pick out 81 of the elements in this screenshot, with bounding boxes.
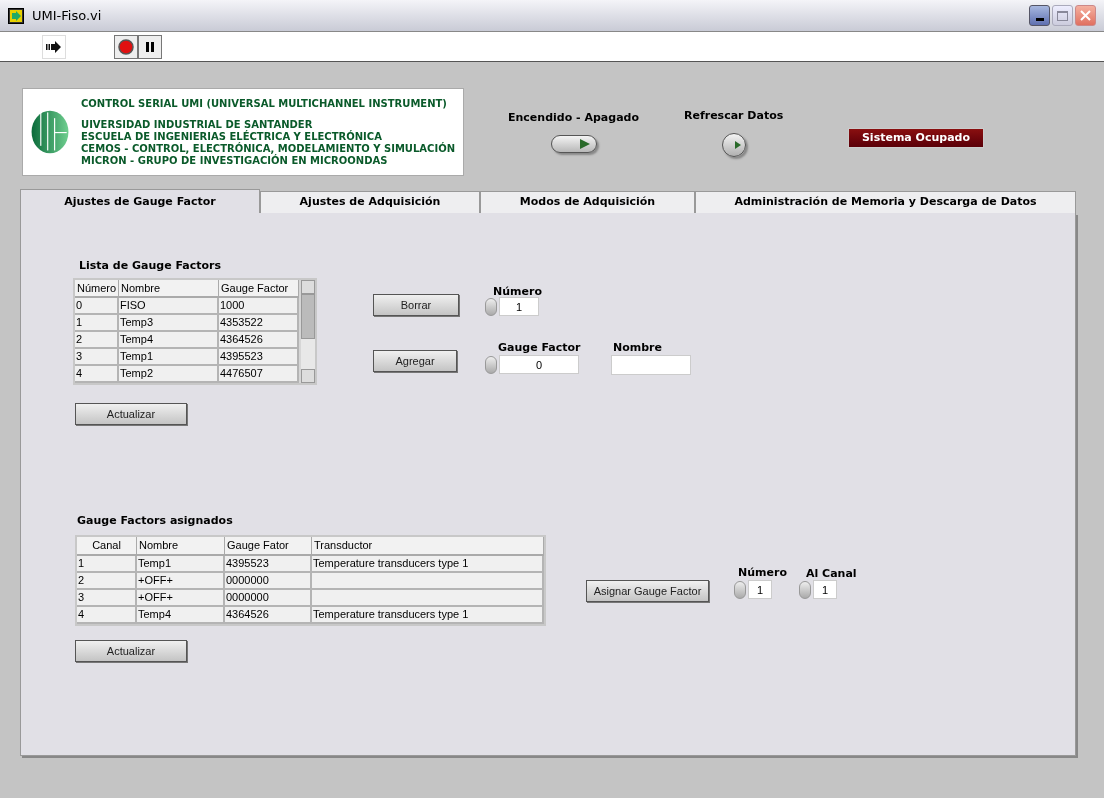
- name-field[interactable]: [611, 355, 691, 375]
- scrollbar[interactable]: [301, 280, 315, 383]
- window-title: UMI-Fiso.vi: [32, 6, 103, 25]
- add-button[interactable]: Agregar: [373, 350, 457, 372]
- table-cell: 4364526: [219, 332, 299, 349]
- delete-button[interactable]: Borrar: [373, 294, 459, 316]
- table-cell: Temp4: [119, 332, 219, 349]
- field-label: Al Canal: [806, 566, 857, 582]
- banner-line: UIVERSIDAD INDUSTRIAL DE SANTANDER: [81, 118, 314, 130]
- table-cell: 4364526: [225, 607, 312, 624]
- field-label: Número: [493, 284, 542, 300]
- field-label: Número: [738, 565, 787, 581]
- spinner-arrows-icon[interactable]: [485, 298, 497, 316]
- table-cell: Temp3: [119, 315, 219, 332]
- button-label: Refrescar Datos: [684, 108, 784, 124]
- assign-button[interactable]: Asignar Gauge Factor: [586, 580, 709, 602]
- power-switch[interactable]: [550, 134, 597, 153]
- table-cell: 2: [75, 332, 119, 349]
- table-cell: 1000: [219, 298, 299, 315]
- table-cell: Temp4: [137, 607, 225, 624]
- column-header: Nombre: [119, 280, 219, 298]
- section-title: Lista de Gauge Factors: [79, 258, 222, 274]
- status-indicator: Sistema Ocupado: [848, 128, 984, 148]
- table-cell: 3: [77, 590, 137, 607]
- table-cell: 2: [77, 573, 137, 590]
- play-triangle-icon: [734, 140, 741, 149]
- table-cell: Temp1: [119, 349, 219, 366]
- table-cell: +OFF+: [137, 590, 225, 607]
- minimize-button[interactable]: [1029, 5, 1050, 26]
- update-button[interactable]: Actualizar: [75, 640, 187, 662]
- abort-button[interactable]: [114, 34, 138, 59]
- table-cell: 4353522: [219, 315, 299, 332]
- spinner-arrows-icon[interactable]: [485, 356, 497, 374]
- spinner-arrows-icon[interactable]: [799, 581, 811, 599]
- tab[interactable]: Modos de Adquisición: [480, 191, 695, 214]
- number-field[interactable]: 1: [748, 580, 772, 599]
- tab[interactable]: Administración de Memoria y Descarga de Datos: [695, 191, 1076, 214]
- gauge-factor-field[interactable]: 0: [499, 355, 579, 374]
- table-cell: Temperature transducers type 1: [312, 607, 544, 624]
- table-cell: 4: [77, 607, 137, 624]
- field-label: Nombre: [613, 340, 662, 356]
- table-cell: Temp1: [137, 556, 225, 573]
- close-icon: [1080, 10, 1091, 21]
- channel-field[interactable]: 1: [813, 580, 837, 599]
- table-cell: FISO: [119, 298, 219, 315]
- table-cell: 4476507: [219, 366, 299, 383]
- update-button[interactable]: Actualizar: [75, 403, 187, 425]
- banner-line: CEMOS - CONTROL, ELECTRÓNICA, MODELAMIENTO Y SIMULACIÓN: [81, 142, 455, 154]
- column-header: Gauge Factor: [219, 280, 299, 298]
- table-cell: Temperature transducers type 1: [312, 556, 544, 573]
- spinner-arrows-icon[interactable]: [734, 581, 746, 599]
- banner-line: MICRON - GRUPO DE INVESTIGACIÓN EN MICROONDAS: [81, 154, 389, 167]
- tab[interactable]: Ajustes de Gauge Factor: [20, 189, 260, 214]
- table-cell: 1: [77, 556, 137, 573]
- column-header: Gauge Fator: [225, 537, 312, 556]
- banner-title: CONTROL SERIAL UMI (UNIVERSAL MULTICHANNEL INSTRUMENT): [81, 97, 448, 110]
- table-cell: +OFF+: [137, 573, 225, 590]
- refresh-button[interactable]: [721, 132, 746, 157]
- table-cell: 0000000: [225, 590, 312, 607]
- pause-button[interactable]: [138, 34, 162, 59]
- table-cell: Temp2: [119, 366, 219, 383]
- field-label: Gauge Factor: [498, 340, 581, 356]
- number-field[interactable]: 1: [499, 297, 539, 316]
- table-cell: 0: [75, 298, 119, 315]
- column-header: Nombre: [137, 537, 225, 556]
- table-cell: 4: [75, 366, 119, 383]
- column-header: Transductor: [312, 537, 544, 556]
- section-title: Gauge Factors asignados: [77, 513, 233, 529]
- switch-label: Encendido - Apagado: [508, 110, 639, 126]
- tab[interactable]: Ajustes de Adquisición: [260, 191, 480, 214]
- banner-line: ESCUELA DE INGENIERIAS ELÉCTRICA Y ELECTRÓNICA: [81, 130, 383, 142]
- play-triangle-icon: [579, 138, 590, 149]
- table-cell: 4395523: [219, 349, 299, 366]
- app-icon: [8, 7, 24, 24]
- close-button[interactable]: [1075, 5, 1096, 26]
- table-cell: 3: [75, 349, 119, 366]
- table-cell: 0000000: [225, 573, 312, 590]
- column-header: Canal: [77, 537, 137, 556]
- table-cell: 1: [75, 315, 119, 332]
- column-header: Número: [75, 280, 119, 298]
- table-cell: 4395523: [225, 556, 312, 573]
